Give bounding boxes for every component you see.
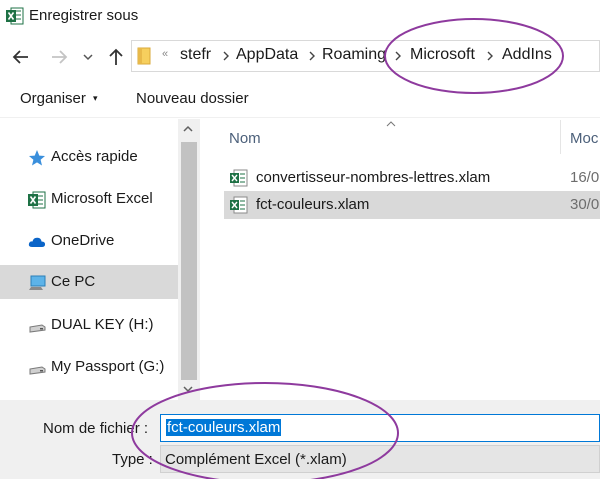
sidebar-scroll-thumb[interactable] [181,142,197,380]
file-row[interactable]: convertisseur-nombres-lettres.xlam 16/0 [224,164,600,192]
star-icon [29,150,45,166]
sidebar-item-label: OneDrive [51,232,115,249]
file-name: convertisseur-nombres-lettres.xlam [256,169,491,186]
breadcrumb-item-addins[interactable]: AddIns [502,46,552,64]
file-type-label: Type : [112,451,153,468]
sidebar-item-label: Microsoft Excel [51,190,153,207]
sidebar-item-label: Accès rapide [51,148,138,165]
file-type-value[interactable]: Complément Excel (*.xlam) [165,451,347,468]
chevron-up-icon[interactable] [182,123,194,135]
excel-icon [6,7,24,25]
breadcrumb-item-roaming[interactable]: Roaming [322,46,386,64]
sidebar-item-dual-key[interactable]: DUAL KEY (H:) [0,308,178,342]
forward-arrow-icon[interactable] [47,45,71,69]
sidebar-item-my-passport[interactable]: My Passport (G:) [0,350,178,384]
chevron-right-icon[interactable] [485,50,495,62]
excel-icon [28,191,46,209]
excel-file-icon [230,196,248,214]
back-arrow-icon[interactable] [9,45,33,69]
filename-label: Nom de fichier : [43,420,149,437]
sidebar-item-onedrive[interactable]: OneDrive [0,224,178,258]
filename-input-value[interactable]: fct-couleurs.xlam [166,419,282,436]
sort-ascending-icon [386,121,396,127]
file-list [200,119,600,400]
column-header-name[interactable]: Nom [229,130,261,147]
excel-file-icon [230,169,248,187]
organise-button[interactable]: Organiser ▾ [20,90,98,107]
chevron-down-icon: ▾ [93,93,98,103]
title-bar: Enregistrer sous [0,0,600,32]
sidebar-item-microsoft-excel[interactable]: Microsoft Excel [0,182,178,216]
sidebar-item-this-pc[interactable]: Ce PC [0,265,178,299]
chevron-down-icon[interactable] [182,383,194,395]
sidebar-item-quick-access[interactable]: Accès rapide [0,140,178,174]
new-folder-button[interactable]: Nouveau dossier [136,90,249,107]
sidebar-item-label: DUAL KEY (H:) [51,316,154,333]
computer-icon [29,275,46,290]
breadcrumb-item-microsoft[interactable]: Microsoft [410,46,475,64]
breadcrumb-item-stefr[interactable]: stefr [180,46,211,64]
file-row[interactable]: fct-couleurs.xlam 30/0 [224,191,600,219]
sidebar-item-label: Ce PC [51,273,96,290]
sidebar-item-label: My Passport (G:) [51,358,165,375]
chevron-right-icon[interactable] [221,50,231,62]
up-arrow-icon[interactable] [104,45,128,69]
cloud-icon [28,237,46,247]
file-date: 30/0 [570,196,600,213]
column-header-modified[interactable]: Moc [570,130,598,147]
folder-icon [137,47,151,65]
breadcrumb-overflow[interactable]: « [162,48,168,60]
chevron-down-icon[interactable] [80,45,96,69]
file-name: fct-couleurs.xlam [256,196,370,213]
file-date: 16/0 [570,169,600,186]
organise-label: Organiser [20,90,86,107]
drive-icon [29,324,46,333]
chevron-right-icon[interactable] [307,50,317,62]
drive-icon [29,366,46,375]
breadcrumb-item-appdata[interactable]: AppData [236,46,298,64]
chevron-right-icon[interactable] [393,50,403,62]
column-divider[interactable] [560,120,561,154]
window-title: Enregistrer sous [29,7,139,24]
